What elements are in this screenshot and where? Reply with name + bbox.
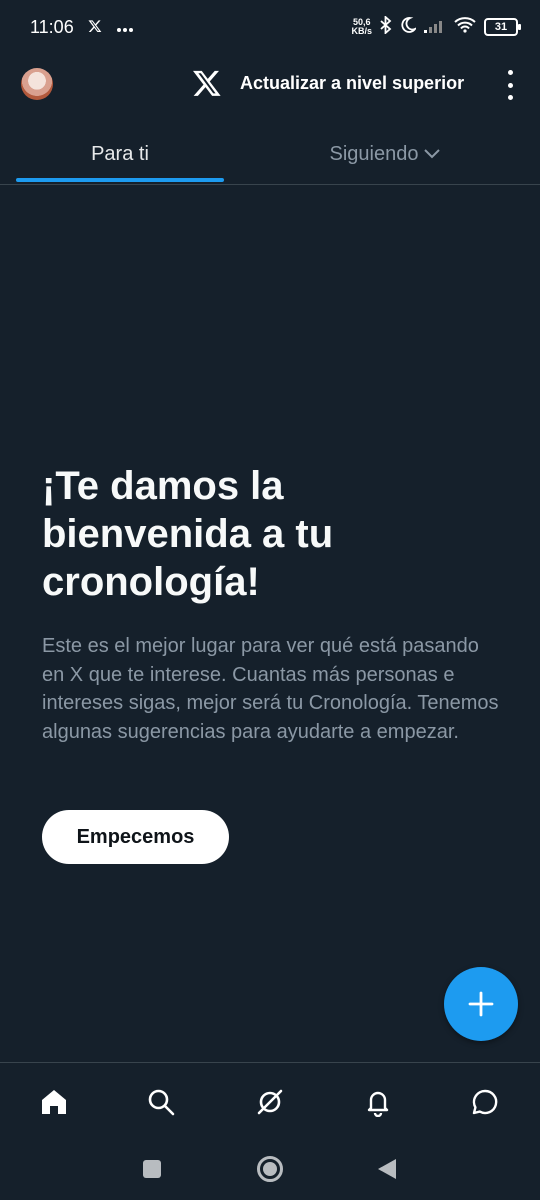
welcome-title: ¡Te damos la bienvenida a tu cronología! <box>42 464 334 604</box>
tab-following[interactable]: Siguiendo <box>270 124 500 184</box>
more-options-icon[interactable] <box>502 70 518 100</box>
x-logo-icon <box>193 70 221 96</box>
tab-for-you[interactable]: Para ti <box>16 124 224 184</box>
tab-following-label: Siguiendo <box>329 142 419 165</box>
top-app-bar: Actualizar a nivel superior <box>0 54 540 114</box>
moon-icon <box>400 16 418 38</box>
home-icon[interactable] <box>37 1085 71 1119</box>
recents-icon[interactable] <box>143 1160 161 1178</box>
back-icon[interactable] <box>378 1159 396 1179</box>
signal-icon <box>424 17 446 38</box>
x-notification-icon <box>88 17 102 38</box>
system-navigation-bar <box>0 1140 540 1200</box>
upgrade-button[interactable]: Actualizar a nivel superior <box>240 73 464 94</box>
chevron-down-icon <box>424 149 441 159</box>
plus-icon <box>468 991 494 1017</box>
home-system-icon[interactable] <box>257 1156 283 1182</box>
network-speed-unit: KB/s <box>351 26 372 36</box>
messages-icon[interactable] <box>468 1085 502 1119</box>
bluetooth-icon <box>380 14 392 39</box>
grok-icon[interactable] <box>253 1085 287 1119</box>
timeline-tabs: Para ti Siguiendo <box>0 124 540 185</box>
kebab-dot <box>507 82 513 88</box>
get-started-button[interactable]: Empecemos <box>42 810 229 864</box>
battery-indicator: 31 <box>484 18 521 36</box>
avatar[interactable] <box>21 68 53 100</box>
network-speed: 50,6 KB/s <box>351 18 372 36</box>
home-system-dot <box>263 1162 277 1176</box>
search-icon[interactable] <box>144 1085 178 1119</box>
wifi-icon <box>454 16 476 38</box>
status-time: 11:06 <box>30 16 74 37</box>
status-bar: 11:06 50,6 KB/s 31 <box>0 0 540 54</box>
bottom-navigation <box>0 1062 540 1141</box>
bell-icon[interactable] <box>361 1085 395 1119</box>
welcome-description: Este es el mejor lugar para ver qué está… <box>42 635 499 743</box>
tab-for-you-label: Para ti <box>91 142 149 165</box>
tab-selected-indicator <box>16 178 224 182</box>
compose-button[interactable] <box>444 967 518 1041</box>
kebab-dot <box>507 95 513 100</box>
status-bar-left: 11:06 <box>30 17 134 38</box>
kebab-dot <box>507 70 513 75</box>
more-notifications-icon <box>116 17 134 38</box>
status-bar-right: 50,6 KB/s 31 <box>351 14 521 39</box>
